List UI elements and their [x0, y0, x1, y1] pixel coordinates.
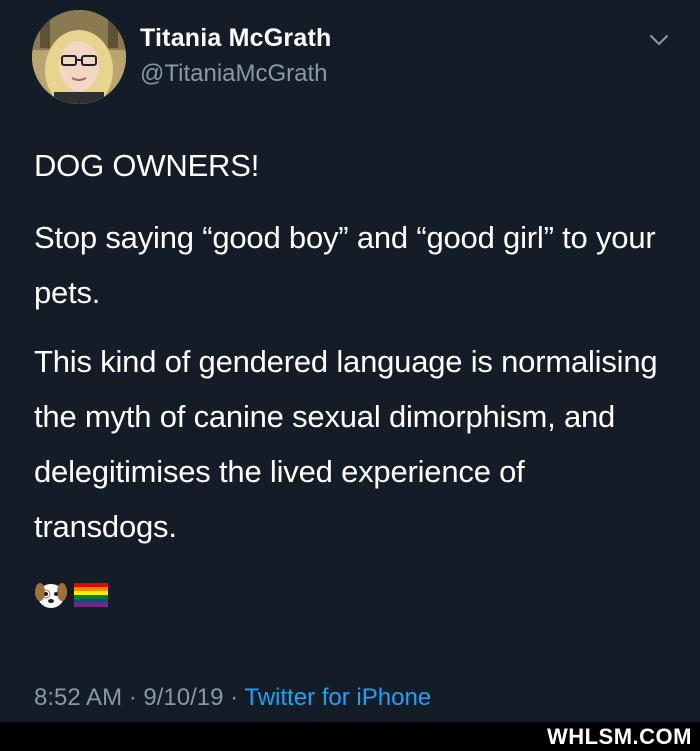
tweet-paragraph: DOG OWNERS!	[34, 148, 260, 183]
emoji-row	[34, 580, 112, 614]
tweet-date[interactable]: 9/10/19	[143, 684, 223, 711]
tweet-meta: 8:52 AM · 9/10/19 · Twitter for iPhone	[34, 684, 431, 712]
tweet-card: Titania McGrath @TitaniaMcGrath DOG OWNE…	[0, 0, 700, 751]
meta-separator: ·	[128, 684, 137, 711]
rainbow-flag-emoji	[72, 581, 112, 614]
tweet-source-link[interactable]: Twitter for iPhone	[244, 684, 431, 711]
watermark-text: WHLSM.COM	[546, 724, 692, 749]
tweet-time[interactable]: 8:52 AM	[34, 684, 122, 711]
meta-separator: ·	[230, 684, 239, 711]
dog-face-emoji	[34, 578, 68, 617]
watermark-bar: WHLSM.COM	[0, 722, 700, 751]
tweet-paragraph: Stop saying “good boy” and “good girl” t…	[34, 220, 656, 310]
author-name[interactable]: Titania McGrath	[140, 24, 331, 53]
tweet-paragraph: This kind of gendered language is normal…	[34, 344, 658, 544]
avatar[interactable]	[32, 10, 126, 104]
avatar-image	[32, 10, 126, 104]
author-handle[interactable]: @TitaniaMcGrath	[140, 60, 328, 88]
chevron-down-icon[interactable]	[648, 32, 670, 48]
